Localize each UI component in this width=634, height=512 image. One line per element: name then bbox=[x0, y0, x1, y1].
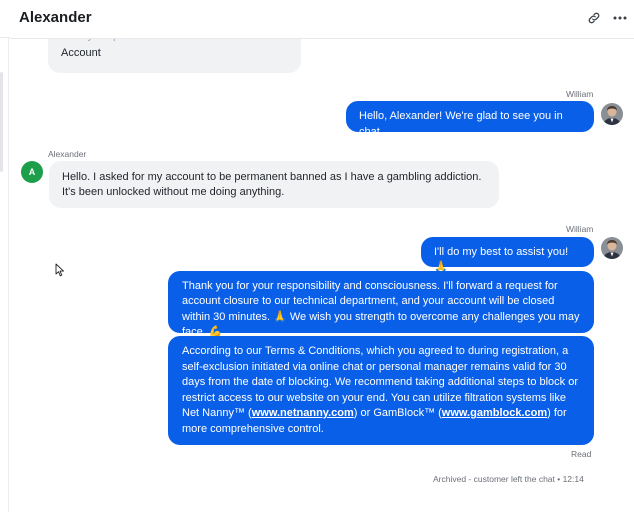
incoming-message-bubble: Hello. I asked for my account to be perm… bbox=[49, 161, 499, 208]
outgoing-message-bubble: Thank you for your responsibility and co… bbox=[168, 271, 594, 338]
message-text: Hello, Alexander! We're glad to see you … bbox=[359, 110, 563, 138]
gamblock-link[interactable]: www.gamblock.com bbox=[442, 407, 547, 419]
header-mask: Alexander bbox=[10, 0, 634, 39]
left-rail bbox=[0, 38, 9, 512]
agent-avatar bbox=[601, 237, 623, 259]
message-text: Account bbox=[61, 47, 101, 59]
netnanny-link[interactable]: www.netnanny.com bbox=[252, 407, 354, 419]
mouse-cursor-icon bbox=[55, 263, 65, 282]
sender-name: William bbox=[566, 224, 594, 234]
sender-name: Alexander bbox=[48, 149, 87, 159]
customer-avatar: A bbox=[21, 161, 43, 183]
more-dots-icon[interactable] bbox=[610, 8, 630, 28]
read-receipt: Read bbox=[571, 449, 592, 459]
link-icon[interactable] bbox=[584, 8, 604, 28]
message-text: Thank you for your responsibility and co… bbox=[182, 279, 580, 339]
outgoing-message-bubble: Hello, Alexander! We're glad to see you … bbox=[346, 101, 594, 138]
agent-avatar bbox=[601, 103, 623, 125]
archived-status: Archived - customer left the chat • 12:1… bbox=[433, 474, 584, 484]
message-text: I'll do my best to assist you! 🙏 bbox=[434, 245, 569, 274]
outgoing-message-bubble: According to our Terms & Conditions, whi… bbox=[168, 336, 594, 445]
message-text: Hello. I asked for my account to be perm… bbox=[62, 171, 482, 198]
sender-name: William bbox=[566, 89, 594, 99]
scrollbar-thumb[interactable] bbox=[0, 72, 3, 172]
outgoing-message-bubble: I'll do my best to assist you! 🙏 bbox=[421, 237, 594, 273]
message-text-part: ) or GamBlock™ ( bbox=[353, 407, 442, 419]
chat-title-mask: Alexander bbox=[19, 9, 92, 26]
